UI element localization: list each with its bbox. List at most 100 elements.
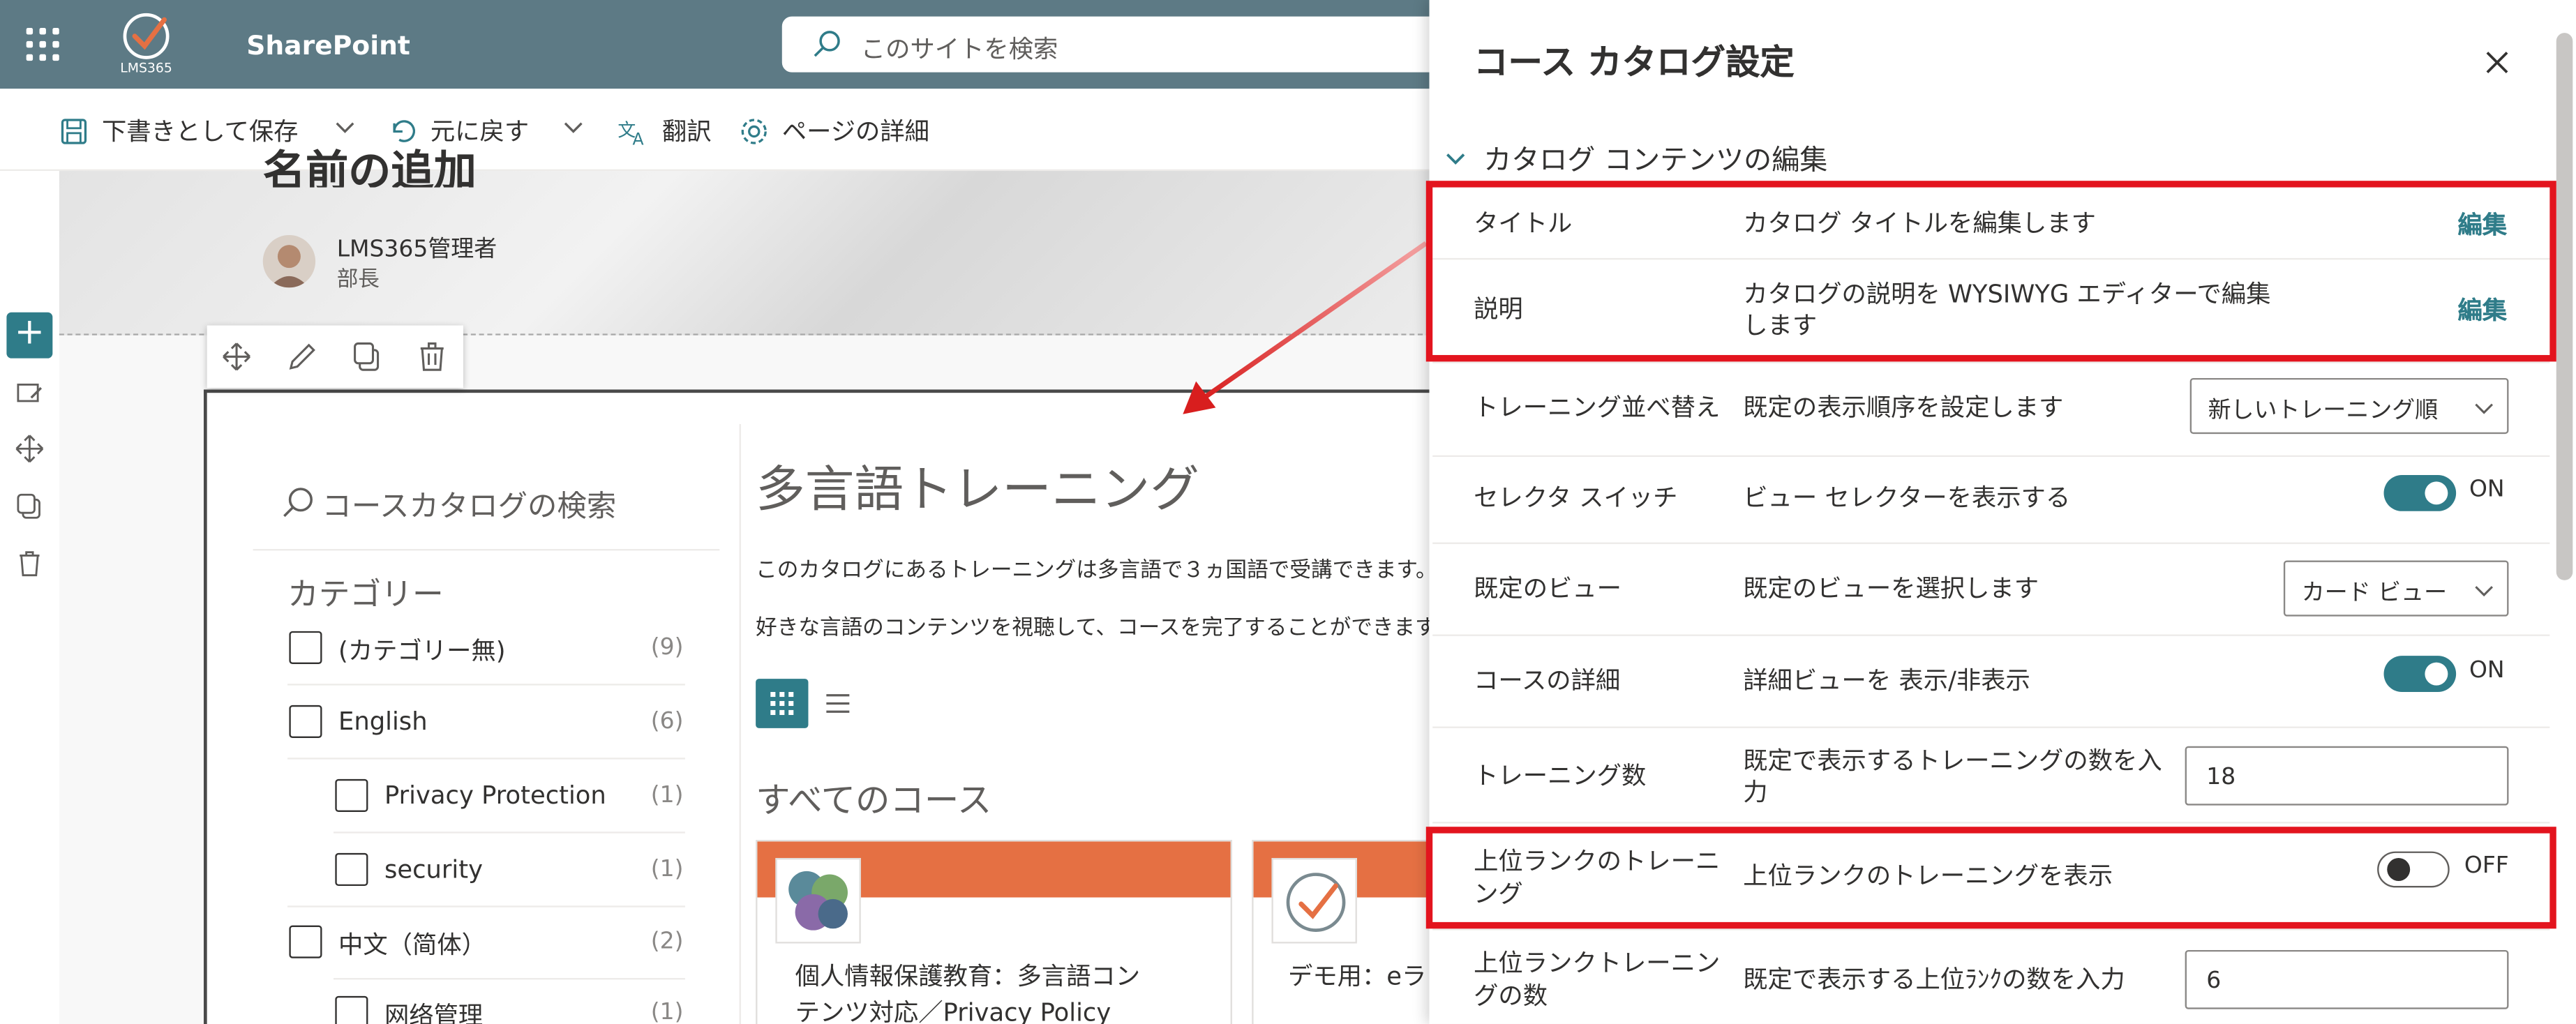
category-checkbox[interactable]	[289, 705, 322, 738]
course-thumbnail	[775, 857, 861, 944]
category-label: 中文（简体）	[338, 930, 486, 961]
categories-heading: カテゴリー	[287, 577, 444, 613]
row-divider	[1432, 542, 2550, 544]
view-selector-toggle[interactable]	[2383, 474, 2457, 511]
search-icon	[283, 488, 313, 518]
setting-label: セレクタ スイッチ	[1474, 483, 1678, 513]
setting-description: 既定で表示するトレーニングの数を入力	[1743, 746, 2162, 807]
category-count: (9)	[650, 634, 684, 661]
category-label: (カテゴリー無)	[338, 635, 506, 666]
course-card-title[interactable]: 個人情報保護教育：多言語コン テンツ対応／Privacy Policy	[795, 958, 1222, 1024]
setting-description: 既定のビューを選択します	[1743, 573, 2039, 603]
close-icon[interactable]	[2483, 47, 2512, 77]
scrollbar-thumb[interactable]	[2556, 33, 2573, 580]
training-count-input[interactable]: 18	[2185, 746, 2509, 806]
catalog-description-line: このカタログにあるトレーニングは多言語で３ヵ国語で受講できます。	[756, 559, 1437, 584]
setting-description: ビュー セレクターを表示する	[1743, 483, 2071, 513]
move-icon[interactable]	[15, 434, 44, 463]
category-checkbox[interactable]	[335, 852, 368, 887]
annotation-arrow	[1183, 241, 1428, 414]
category-divider	[333, 831, 685, 834]
row-divider	[1432, 634, 2550, 636]
category-checkbox[interactable]	[335, 995, 368, 1024]
screen: LMS365 SharePoint このサイトを検索 下書きとして保存 元に戻す…	[0, 0, 2576, 1024]
list-view-icon[interactable]	[823, 688, 853, 718]
gear-icon	[741, 118, 767, 144]
chevron-down-icon[interactable]	[562, 115, 585, 138]
search-icon	[814, 31, 840, 57]
site-search-placeholder: このサイトを検索	[860, 34, 1058, 64]
category-count: (1)	[650, 856, 684, 883]
toggle-knob	[2425, 481, 2448, 505]
category-count: (2)	[650, 928, 684, 956]
edit-rail	[0, 171, 59, 1024]
delete-icon[interactable]	[416, 340, 449, 373]
setting-label: トレーニング数	[1474, 760, 1647, 791]
delete-icon[interactable]	[15, 549, 44, 578]
dropdown-value: カード ビュー	[2301, 580, 2448, 607]
toggle-state: ON	[2469, 657, 2505, 684]
setting-description: 既定の表示順序を設定します	[1743, 393, 2064, 423]
add-section-button[interactable]: +	[6, 312, 53, 359]
highlight-box	[1425, 827, 2556, 929]
logo-text: LMS365	[120, 61, 172, 76]
chevron-down-icon	[2475, 403, 2494, 414]
category-label: English	[338, 707, 428, 737]
category-count: (6)	[650, 708, 684, 735]
app-launcher-icon[interactable]	[23, 24, 63, 64]
highlight-box	[1425, 181, 2556, 362]
chevron-down-icon	[1446, 152, 1465, 164]
category-label: Privacy Protection	[384, 781, 606, 811]
course-card-title[interactable]: デモ用：eラ	[1288, 958, 1436, 995]
category-label: security	[384, 854, 483, 884]
category-checkbox[interactable]	[335, 778, 368, 813]
setting-label: 上位ランクトレーニン グの数	[1474, 948, 1721, 1011]
all-courses-heading: すべてのコース	[756, 781, 992, 820]
page-details-button[interactable]: ページの詳細	[740, 114, 929, 148]
category-divider	[333, 977, 685, 980]
catalog-description-line: 好きな言語のコンテンツを視聴して、コースを完了することができます。	[756, 616, 1456, 641]
edit-section-icon[interactable]	[15, 378, 44, 407]
save-icon	[61, 118, 87, 144]
row-divider	[1432, 822, 2550, 824]
toggle-knob	[2425, 662, 2448, 686]
duplicate-icon[interactable]	[350, 340, 383, 373]
translate-button[interactable]: 文A 翻訳	[616, 114, 712, 148]
edit-icon[interactable]	[286, 340, 319, 373]
row-divider	[1432, 455, 2550, 458]
move-icon[interactable]	[220, 340, 253, 373]
catalog-search-input[interactable]: コースカタログの検索	[322, 483, 617, 526]
setting-description: 既定で表示する上位ﾗﾝｸの数を入力	[1743, 965, 2125, 995]
author-name: LMS365管理者	[336, 236, 497, 264]
row-divider	[1432, 726, 2550, 728]
duplicate-icon[interactable]	[15, 492, 44, 521]
avatar	[262, 234, 316, 288]
category-divider	[287, 758, 685, 760]
toggle-state: ON	[2469, 476, 2505, 504]
top-ranked-count-input[interactable]: 6	[2185, 949, 2509, 1009]
row-divider	[1432, 928, 2550, 931]
setting-label: 既定のビュー	[1474, 573, 1622, 603]
sort-order-dropdown[interactable]: 新しいトレーニング順	[2189, 377, 2509, 435]
course-details-toggle[interactable]	[2383, 656, 2457, 693]
brand-name[interactable]: SharePoint	[246, 29, 410, 61]
translate-icon: 文A	[617, 119, 643, 145]
card-view-button[interactable]	[756, 679, 809, 728]
category-divider	[287, 684, 685, 686]
category-checkbox[interactable]	[289, 925, 322, 958]
search-underline	[253, 549, 720, 551]
dropdown-value: 新しいトレーニング順	[2208, 398, 2439, 424]
chevron-down-icon	[2475, 586, 2494, 597]
category-checkbox[interactable]	[289, 631, 322, 664]
course-thumbnail	[1271, 857, 1357, 944]
chevron-down-icon[interactable]	[334, 115, 357, 138]
category-divider	[287, 905, 685, 908]
section-toggle[interactable]: カタログ コンテンツの編集	[1444, 137, 1827, 177]
page-title[interactable]: 名前の追加	[263, 138, 477, 188]
author-role: 部長	[336, 268, 380, 293]
setting-description: 詳細ビューを 表示/非表示	[1743, 665, 2030, 695]
row-divider	[1432, 361, 2550, 363]
translate-label: 翻訳	[661, 116, 712, 146]
category-count: (1)	[650, 782, 684, 809]
webpart-column-divider	[739, 423, 741, 1024]
